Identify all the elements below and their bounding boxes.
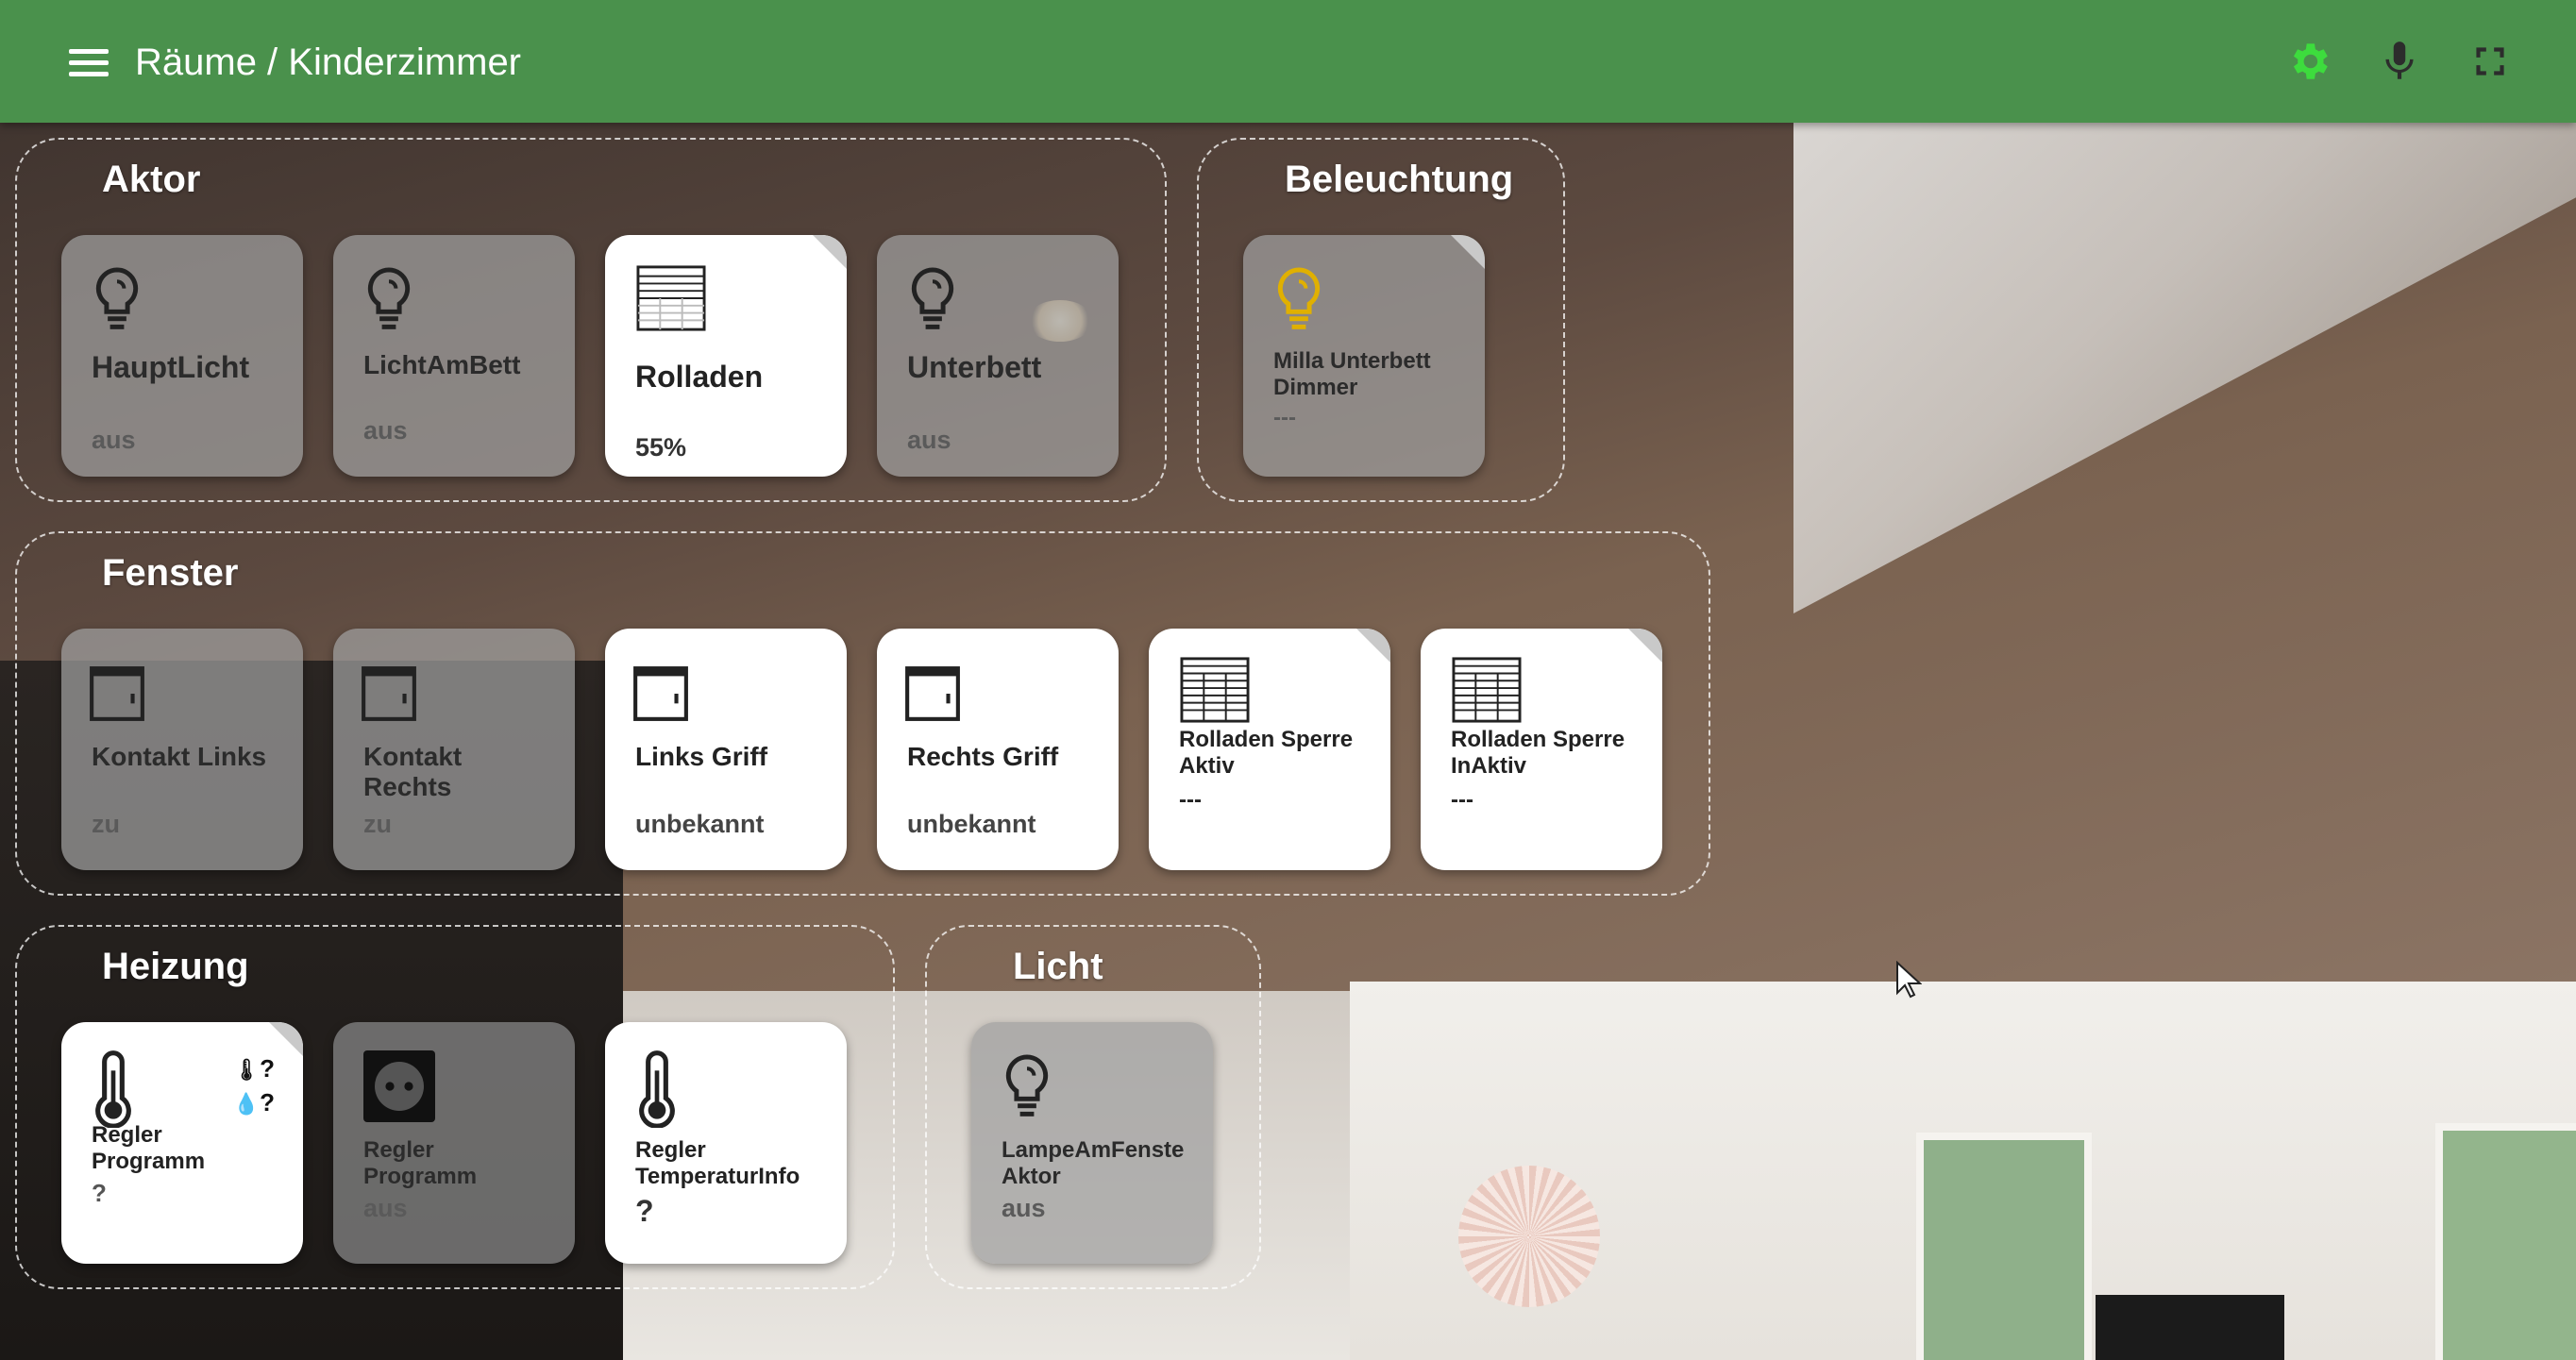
tile-name: Regler TemperaturInfo [635, 1137, 800, 1189]
tile-corner-indicator [1449, 235, 1485, 271]
decorative-fan [1458, 1166, 1600, 1307]
tile-name: Rolladen [635, 360, 764, 394]
tile-name: Milla Unterbett Dimmer [1273, 348, 1431, 400]
tile-name: HauptLicht [92, 350, 250, 384]
tile-regler-programm-thermostat[interactable]: 🌡? 💧? Regler Programm ? [61, 1022, 303, 1264]
mouse-pointer-icon [1895, 960, 1923, 999]
lightbulb-icon [360, 265, 418, 335]
thermometer-icon [633, 1049, 681, 1129]
tile-name: Kontakt Links [92, 742, 267, 771]
temperature-readout: 🌡? [233, 1054, 275, 1083]
tile-lampeamfenste-aktor[interactable]: LampeAmFenste Aktor aus [971, 1022, 1213, 1264]
tile-state: ? [92, 1179, 107, 1207]
tile-unterbett[interactable]: Unterbett aus [877, 235, 1119, 477]
group-title-fenster: Fenster [102, 552, 239, 594]
tile-links-griff[interactable]: Links Griff unbekannt [605, 629, 847, 870]
tile-state: --- [1451, 787, 1473, 813]
tile-name: Rolladen Sperre InAktiv [1451, 727, 1625, 779]
humidity-readout: 💧? [233, 1088, 275, 1117]
window-icon [88, 659, 146, 729]
television [2096, 1295, 2284, 1360]
tile-state: unbekannt [635, 810, 765, 838]
blinds-icon [633, 263, 709, 333]
top-app-bar: Räume / Kinderzimmer [0, 0, 2576, 123]
tile-milla-unterbett-dimmer[interactable]: Milla Unterbett Dimmer --- [1243, 235, 1485, 477]
tile-name: Rechts Griff [907, 742, 1059, 771]
tile-regler-temperaturinfo[interactable]: Regler TemperaturInfo ? [605, 1022, 847, 1264]
tile-name: Links Griff [635, 742, 768, 771]
tile-corner-indicator [1626, 629, 1662, 664]
tile-rolladen-sperre-aktiv[interactable]: Rolladen Sperre Aktiv --- [1149, 629, 1390, 870]
tile-rolladen-sperre-inaktiv[interactable]: Rolladen Sperre InAktiv --- [1421, 629, 1662, 870]
humidity-value: ? [260, 1088, 275, 1117]
tile-state: aus [907, 426, 951, 454]
tile-corner-indicator [267, 1022, 303, 1058]
water-drop-icon: 💧 [233, 1092, 260, 1116]
tile-state: ? [635, 1194, 654, 1228]
room-window-right [2435, 1123, 2576, 1360]
gear-icon[interactable] [2285, 38, 2332, 85]
tile-state: --- [1273, 405, 1296, 430]
lightbulb-icon [1270, 265, 1328, 335]
tile-state: aus [1002, 1194, 1046, 1222]
window-icon [903, 659, 962, 729]
tile-state: aus [92, 426, 136, 454]
lightbulb-icon [903, 265, 962, 335]
lightbulb-icon [998, 1052, 1056, 1122]
fullscreen-icon[interactable] [2467, 38, 2514, 85]
lightbulb-icon [88, 265, 146, 335]
tile-corner-indicator [1355, 629, 1390, 664]
tile-name: Regler Programm [92, 1122, 206, 1174]
tile-state: aus [363, 416, 408, 445]
tile-regler-programm-socket[interactable]: Regler Programm aus [333, 1022, 575, 1264]
socket-icon [362, 1049, 437, 1124]
tile-name: Regler Programm [363, 1137, 478, 1189]
tile-hauptlicht[interactable]: HauptLicht aus [61, 235, 303, 477]
window-icon [360, 659, 418, 729]
room-window-left [1916, 1133, 2092, 1360]
tile-state: --- [1179, 787, 1202, 813]
tile-name: LampeAmFenste Aktor [1002, 1137, 1185, 1189]
window-icon [631, 659, 690, 729]
tile-state: zu [363, 810, 392, 838]
thermometer-icon [90, 1049, 137, 1129]
tile-name: Unterbett [907, 350, 1042, 384]
menu-icon[interactable] [66, 42, 111, 80]
page-title: Räume / Kinderzimmer [135, 42, 522, 83]
tile-state: zu [92, 810, 120, 838]
group-title-licht: Licht [1013, 946, 1103, 987]
blinds-icon [1177, 655, 1253, 725]
tile-name: Kontakt Rechts [363, 742, 463, 801]
tile-state: aus [363, 1194, 408, 1222]
microphone-icon[interactable] [2376, 38, 2423, 85]
tile-rolladen[interactable]: Rolladen 55% [605, 235, 847, 477]
tile-state: unbekannt [907, 810, 1036, 838]
tile-name: LichtAmBett [363, 350, 521, 379]
group-title-heizung: Heizung [102, 946, 249, 987]
tile-name: Rolladen Sperre Aktiv [1179, 727, 1354, 779]
blinds-icon [1449, 655, 1524, 725]
tile-state: 55% [635, 433, 687, 462]
thermometer-small-icon: 🌡 [233, 1058, 261, 1082]
tile-lichtambett[interactable]: LichtAmBett aus [333, 235, 575, 477]
tile-rechts-griff[interactable]: Rechts Griff unbekannt [877, 629, 1119, 870]
temperature-value: ? [260, 1054, 275, 1083]
tile-kontakt-links[interactable]: Kontakt Links zu [61, 629, 303, 870]
group-title-aktor: Aktor [102, 159, 201, 200]
tile-kontakt-rechts[interactable]: Kontakt Rechts zu [333, 629, 575, 870]
group-title-beleuchtung: Beleuchtung [1285, 159, 1514, 200]
tile-corner-indicator [811, 235, 847, 271]
